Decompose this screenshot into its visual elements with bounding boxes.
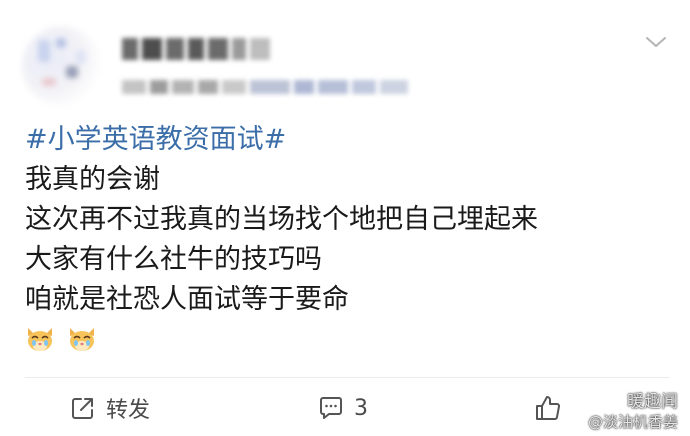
post-line: 咱就是社恐人面试等于要命 — [25, 284, 349, 315]
avatar[interactable] — [22, 26, 102, 106]
chevron-down-icon[interactable] — [644, 30, 668, 54]
thumbs-up-icon — [536, 396, 561, 420]
like-button[interactable] — [534, 388, 562, 428]
repost-button[interactable]: 转发 — [70, 388, 150, 428]
divider — [25, 377, 670, 378]
username-blurred[interactable] — [122, 38, 270, 60]
watermark-handle: @淡油机香姜 — [587, 413, 678, 431]
post-content: #小学英语教资面试# 我真的会谢 这次再不过我真的当场找个地把自己埋起来 大家有… — [25, 120, 670, 320]
watermark: 暖趣闻 @淡油机香姜 — [588, 392, 678, 432]
post-line: 大家有什么社牛的技巧吗 — [25, 244, 322, 275]
post-meta-blurred — [122, 80, 408, 94]
repost-icon — [72, 398, 93, 419]
repost-label: 转发 — [106, 398, 151, 423]
watermark-title: 暖趣闻 — [627, 392, 678, 412]
post-line: 我真的会谢 — [25, 164, 160, 195]
crying-cat-emoji-icon — [70, 328, 94, 351]
hashtag-link[interactable]: #小学英语教资面试# — [25, 120, 670, 160]
emoji-row — [24, 322, 98, 354]
post-line: 这次再不过我真的当场找个地把自己埋起来 — [25, 204, 538, 235]
crying-cat-emoji-icon — [28, 328, 52, 351]
weibo-post: #小学英语教资面试# 我真的会谢 这次再不过我真的当场找个地把自己埋起来 大家有… — [0, 0, 690, 436]
comment-icon — [320, 397, 342, 419]
comment-count: 3 — [354, 395, 368, 421]
comment-button[interactable]: 3 — [318, 388, 368, 428]
post-actions: 转发 3 — [0, 388, 690, 428]
